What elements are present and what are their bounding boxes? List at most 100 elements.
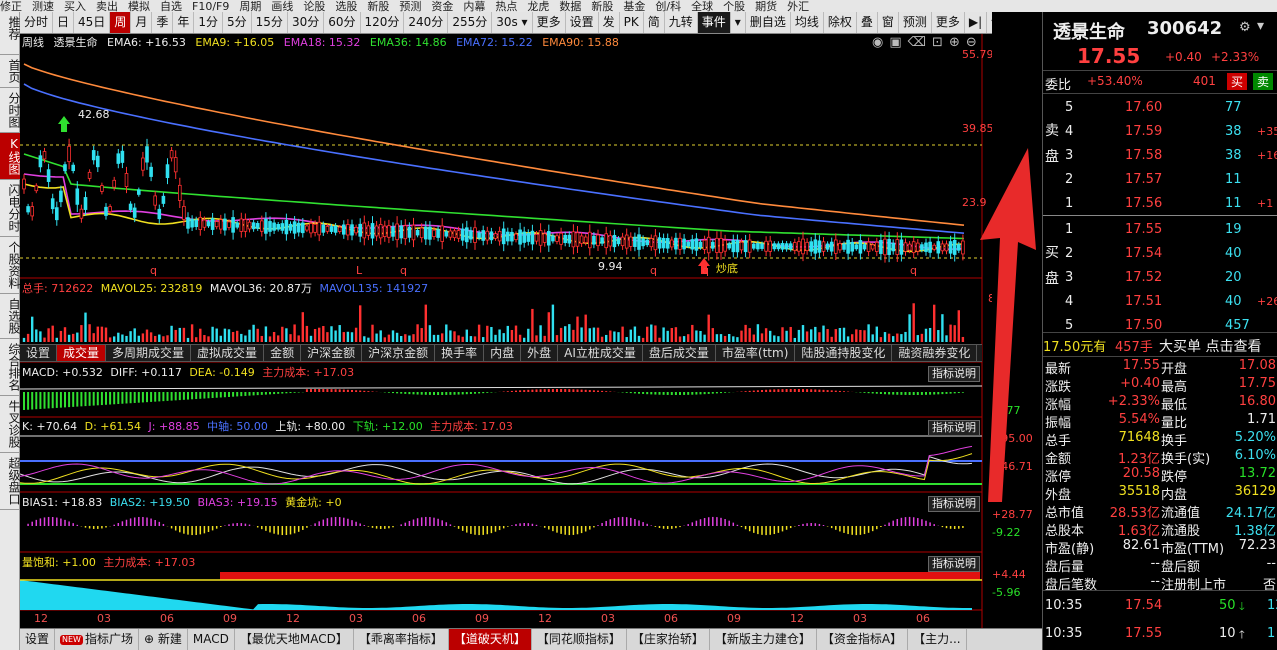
toolbar-item-28[interactable]: 窗 xyxy=(878,12,899,33)
toolbar-item-20[interactable]: 简 xyxy=(644,12,665,33)
left-nav-item[interactable]: 推荐 xyxy=(0,12,21,55)
toolbar-item-31[interactable]: ▶| xyxy=(965,12,988,33)
ask-level[interactable]: 3 17.58 38 +16 xyxy=(1043,144,1277,168)
toolbar-item-2[interactable]: 45日 xyxy=(74,12,111,33)
menu-item[interactable]: 热点 xyxy=(495,1,517,12)
toolbar-item-25[interactable]: 均线 xyxy=(791,12,824,33)
indicator-tab[interactable]: 沪深京金额 xyxy=(362,345,436,361)
indicator-tab[interactable]: 盘后成交量 xyxy=(643,345,716,361)
left-nav-item[interactable]: 首页 xyxy=(0,55,21,88)
toolbar-item-32[interactable]: ▾ xyxy=(987,12,992,33)
toolbar-item-21[interactable]: 九转 xyxy=(665,12,698,33)
expand-icon[interactable]: ⊡ xyxy=(932,35,949,50)
bottom-indicator-item[interactable]: 【同花顺指标】 xyxy=(532,629,627,650)
big-order-link[interactable]: 大买单 点击查看 xyxy=(1159,336,1261,356)
bid-level[interactable]: 1 17.55 19 xyxy=(1043,218,1277,242)
left-nav-item[interactable]: 综合排名 xyxy=(0,339,21,396)
clear-icon[interactable]: ⌫ xyxy=(908,35,932,50)
toolbar-item-24[interactable]: 删自选 xyxy=(746,12,791,33)
left-nav-item[interactable]: 牛叉诊股 xyxy=(0,396,21,453)
ask-level[interactable]: 2 17.57 11 xyxy=(1043,168,1277,192)
indicator-tab[interactable]: 陆股通持股变化 xyxy=(795,345,893,361)
indicator-tab[interactable]: AI立桩成交量 xyxy=(558,345,643,361)
toolbar-item-13[interactable]: 240分 xyxy=(404,12,449,33)
toolbar-item-18[interactable]: 发 xyxy=(599,12,620,33)
menu-item[interactable]: 论股 xyxy=(303,1,325,12)
menu-item[interactable]: 预测 xyxy=(399,1,421,12)
ask-level[interactable]: 4 17.59 38 +35 xyxy=(1043,120,1277,144)
toolbar-item-6[interactable]: 年 xyxy=(173,12,195,33)
ask-level[interactable]: 5 17.60 77 xyxy=(1043,96,1277,120)
toolbar-item-14[interactable]: 255分 xyxy=(448,12,493,33)
indicator-tab[interactable]: 外盘 xyxy=(521,345,559,361)
menu-item[interactable]: 买入 xyxy=(64,1,86,12)
toolbar-item-30[interactable]: 更多 xyxy=(932,12,965,33)
bottom-indicator-item[interactable]: 设置 xyxy=(20,629,56,650)
left-nav-item[interactable]: 超级盘口 xyxy=(0,453,21,510)
menu-item[interactable]: 模拟 xyxy=(128,1,150,12)
toolbar-item-12[interactable]: 120分 xyxy=(361,12,405,33)
bottom-indicator-item[interactable]: 【资金指标A】 xyxy=(817,629,909,650)
menu-item[interactable]: 选股 xyxy=(335,1,357,12)
menu-item[interactable]: 基金 xyxy=(623,1,645,12)
menu-item[interactable]: 内幕 xyxy=(463,1,485,12)
toolbar-item-23[interactable]: ▾ xyxy=(731,12,746,33)
lock-icon[interactable]: ▣ xyxy=(889,35,907,50)
menu-item[interactable]: 自选 xyxy=(160,1,182,12)
menu-item[interactable]: 新股 xyxy=(367,1,389,12)
toolbar-item-17[interactable]: 设置 xyxy=(566,12,599,33)
bid-level[interactable]: 2 17.54 40 xyxy=(1043,242,1277,266)
indicator-tab[interactable]: 多周期成交量 xyxy=(106,345,192,361)
bottom-indicator-item[interactable]: 【新版主力建仓】 xyxy=(710,629,817,650)
toolbar-item-9[interactable]: 15分 xyxy=(252,12,288,33)
indicator-tab[interactable]: 虚拟成交量 xyxy=(191,345,265,361)
menu-item[interactable]: 龙虎 xyxy=(527,1,549,12)
toolbar-item-10[interactable]: 30分 xyxy=(288,12,325,33)
toolbar-item-27[interactable]: 叠 xyxy=(857,12,878,33)
menu-item[interactable]: 外汇 xyxy=(787,1,809,12)
menu-item[interactable]: 资金 xyxy=(431,1,453,12)
bid-level[interactable]: 3 17.52 20 xyxy=(1043,266,1277,290)
toolbar-item-5[interactable]: 季 xyxy=(152,12,174,33)
left-nav-item[interactable]: 闪电分时 xyxy=(0,180,21,237)
indicator-tab[interactable]: 沪深金额 xyxy=(301,345,363,361)
indicator-tab[interactable]: 设置 xyxy=(20,345,58,361)
toolbar-item-11[interactable]: 60分 xyxy=(324,12,361,33)
indicator-tab[interactable]: 换手率 xyxy=(435,345,485,361)
toolbar-item-1[interactable]: 日 xyxy=(53,12,75,33)
toolbar-item-15[interactable]: 30s ▾ xyxy=(492,12,533,33)
toolbar-item-16[interactable]: 更多 xyxy=(533,12,566,33)
indicator-tab[interactable]: 融资融券变化 xyxy=(892,345,978,361)
bottom-indicator-item[interactable]: 【主力... xyxy=(908,629,967,650)
bottom-indicator-item[interactable]: 【乖离率指标】 xyxy=(354,629,449,650)
settings-gear-icon[interactable]: ⚙ xyxy=(1239,20,1251,35)
kline-chart[interactable]: 周线 透景生命 EMA6: +16.53 EMA9: +16.05 EMA18:… xyxy=(20,34,1008,628)
left-nav-item[interactable]: 个股资料 xyxy=(0,237,21,294)
left-nav-item[interactable]: 分时图 xyxy=(0,88,21,133)
indicator-tab[interactable]: 内盘 xyxy=(484,345,522,361)
toolbar-item-22[interactable]: 事件 xyxy=(697,12,731,33)
menu-item[interactable]: 全球 xyxy=(691,1,713,12)
bid-level[interactable]: 4 17.51 40 +26 xyxy=(1043,290,1277,314)
menu-item[interactable]: 卖出 xyxy=(96,1,118,12)
sell-button[interactable]: 卖 xyxy=(1253,73,1274,90)
menu-item[interactable]: F10/F9 xyxy=(192,1,229,12)
left-nav-item[interactable]: 自选股 xyxy=(0,294,21,339)
menu-item[interactable]: 修正 xyxy=(0,1,22,12)
menu-item[interactable]: 周期 xyxy=(239,1,261,12)
bottom-indicator-item[interactable]: MACD xyxy=(188,629,235,650)
toolbar-item-8[interactable]: 5分 xyxy=(223,12,252,33)
indicator-tab[interactable]: 成交量 xyxy=(57,345,107,361)
toolbar-item-4[interactable]: 月 xyxy=(131,12,153,33)
menu-item[interactable]: 画线 xyxy=(271,1,293,12)
bottom-indicator-item[interactable]: NEW 指标广场 xyxy=(55,629,139,650)
buy-button[interactable]: 买 xyxy=(1227,73,1248,90)
menu-item[interactable]: 数据 xyxy=(559,1,581,12)
menu-item[interactable]: 创/科 xyxy=(655,1,681,12)
toolbar-item-26[interactable]: 除权 xyxy=(824,12,857,33)
more-icon[interactable]: ▾ xyxy=(1257,18,1264,34)
menu-item[interactable]: 个股 xyxy=(723,1,745,12)
bottom-indicator-item[interactable]: ⊕ 新建 xyxy=(139,629,188,650)
toolbar-item-29[interactable]: 预测 xyxy=(899,12,932,33)
indicator-tab[interactable]: 市盈率(ttm) xyxy=(716,345,796,361)
